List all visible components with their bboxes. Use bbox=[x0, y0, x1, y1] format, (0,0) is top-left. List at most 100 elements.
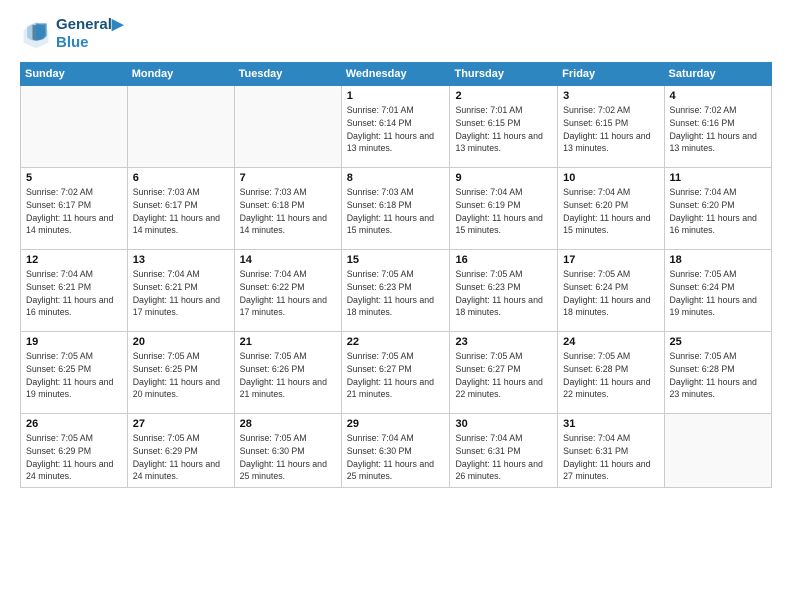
day-number: 31 bbox=[563, 418, 658, 430]
day-info: Sunrise: 7:04 AM Sunset: 6:21 PM Dayligh… bbox=[26, 268, 122, 319]
day-number: 8 bbox=[347, 172, 445, 184]
day-info: Sunrise: 7:05 AM Sunset: 6:28 PM Dayligh… bbox=[563, 350, 658, 401]
calendar-cell: 31 Sunrise: 7:04 AM Sunset: 6:31 PM Dayli… bbox=[558, 414, 664, 488]
logo-text: General▶ Blue bbox=[56, 16, 123, 52]
day-number: 4 bbox=[670, 90, 766, 102]
day-info: Sunrise: 7:05 AM Sunset: 6:27 PM Dayligh… bbox=[455, 350, 552, 401]
week-row-3: 12 Sunrise: 7:04 AM Sunset: 6:21 PM Dayli… bbox=[21, 250, 772, 332]
day-number: 12 bbox=[26, 254, 122, 266]
calendar-cell: 1 Sunrise: 7:01 AM Sunset: 6:14 PM Daylig… bbox=[341, 86, 450, 168]
header: General▶ Blue bbox=[20, 16, 772, 52]
day-info: Sunrise: 7:01 AM Sunset: 6:15 PM Dayligh… bbox=[455, 104, 552, 155]
page: General▶ Blue SundayMondayTuesdayWednesd… bbox=[0, 0, 792, 612]
day-number: 22 bbox=[347, 336, 445, 348]
calendar-cell bbox=[127, 86, 234, 168]
day-info: Sunrise: 7:04 AM Sunset: 6:20 PM Dayligh… bbox=[670, 186, 766, 237]
day-number: 25 bbox=[670, 336, 766, 348]
calendar-cell: 8 Sunrise: 7:03 AM Sunset: 6:18 PM Daylig… bbox=[341, 168, 450, 250]
calendar-cell: 22 Sunrise: 7:05 AM Sunset: 6:27 PM Dayli… bbox=[341, 332, 450, 414]
day-number: 26 bbox=[26, 418, 122, 430]
day-info: Sunrise: 7:05 AM Sunset: 6:23 PM Dayligh… bbox=[347, 268, 445, 319]
day-info: Sunrise: 7:05 AM Sunset: 6:25 PM Dayligh… bbox=[133, 350, 229, 401]
calendar-cell: 25 Sunrise: 7:05 AM Sunset: 6:28 PM Dayli… bbox=[664, 332, 771, 414]
day-info: Sunrise: 7:04 AM Sunset: 6:30 PM Dayligh… bbox=[347, 432, 445, 483]
weekday-header-thursday: Thursday bbox=[450, 63, 558, 86]
day-number: 11 bbox=[670, 172, 766, 184]
day-number: 5 bbox=[26, 172, 122, 184]
calendar-cell: 6Sunrise: 7:03 AM Sunset: 6:17 PM Daylig… bbox=[127, 168, 234, 250]
day-number: 6 bbox=[133, 172, 229, 184]
calendar-cell: 18Sunrise: 7:05 AM Sunset: 6:24 PM Dayli… bbox=[664, 250, 771, 332]
day-number: 24 bbox=[563, 336, 658, 348]
calendar-cell: 24 Sunrise: 7:05 AM Sunset: 6:28 PM Dayli… bbox=[558, 332, 664, 414]
calendar-cell: 30 Sunrise: 7:04 AM Sunset: 6:31 PM Dayli… bbox=[450, 414, 558, 488]
calendar-cell bbox=[234, 86, 341, 168]
day-info: Sunrise: 7:03 AM Sunset: 6:18 PM Dayligh… bbox=[240, 186, 336, 237]
calendar-cell: 20 Sunrise: 7:05 AM Sunset: 6:25 PM Dayli… bbox=[127, 332, 234, 414]
day-number: 14 bbox=[240, 254, 336, 266]
day-number: 18 bbox=[670, 254, 766, 266]
day-number: 1 bbox=[347, 90, 445, 102]
calendar-cell: 19Sunrise: 7:05 AM Sunset: 6:25 PM Dayli… bbox=[21, 332, 128, 414]
week-row-5: 26 Sunrise: 7:05 AM Sunset: 6:29 PM Dayli… bbox=[21, 414, 772, 488]
logo-icon bbox=[20, 18, 52, 50]
day-number: 19 bbox=[26, 336, 122, 348]
calendar-cell bbox=[664, 414, 771, 488]
day-number: 13 bbox=[133, 254, 229, 266]
calendar-cell: 28 Sunrise: 7:05 AM Sunset: 6:30 PM Dayli… bbox=[234, 414, 341, 488]
calendar-cell: 17Sunrise: 7:05 AM Sunset: 6:24 PM Dayli… bbox=[558, 250, 664, 332]
weekday-header-friday: Friday bbox=[558, 63, 664, 86]
calendar-cell: 4Sunrise: 7:02 AM Sunset: 6:16 PM Daylig… bbox=[664, 86, 771, 168]
week-row-4: 19 Sunrise: 7:05 AM Sunset: 6:25 PM Dayli… bbox=[21, 332, 772, 414]
day-info: Sunrise: 7:05 AM Sunset: 6:29 PM Dayligh… bbox=[133, 432, 229, 483]
weekday-header-tuesday: Tuesday bbox=[234, 63, 341, 86]
calendar-cell: 29 Sunrise: 7:04 AM Sunset: 6:30 PM Dayli… bbox=[341, 414, 450, 488]
day-info: Sunrise: 7:05 AM Sunset: 6:29 PM Dayligh… bbox=[26, 432, 122, 483]
day-number: 9 bbox=[455, 172, 552, 184]
day-info: Sunrise: 7:04 AM Sunset: 6:19 PM Dayligh… bbox=[455, 186, 552, 237]
day-number: 28 bbox=[240, 418, 336, 430]
day-number: 16 bbox=[455, 254, 552, 266]
day-info: Sunrise: 7:04 AM Sunset: 6:21 PM Dayligh… bbox=[133, 268, 229, 319]
day-info: Sunrise: 7:05 AM Sunset: 6:23 PM Dayligh… bbox=[455, 268, 552, 319]
week-row-1: 1 Sunrise: 7:01 AM Sunset: 6:14 PM Daylig… bbox=[21, 86, 772, 168]
calendar-cell: 10Sunrise: 7:04 AM Sunset: 6:20 PM Dayli… bbox=[558, 168, 664, 250]
day-number: 2 bbox=[455, 90, 552, 102]
calendar: SundayMondayTuesdayWednesdayThursdayFrid… bbox=[20, 62, 772, 488]
calendar-cell: 23Sunrise: 7:05 AM Sunset: 6:27 PM Dayli… bbox=[450, 332, 558, 414]
calendar-cell: 12 Sunrise: 7:04 AM Sunset: 6:21 PM Dayli… bbox=[21, 250, 128, 332]
day-info: Sunrise: 7:02 AM Sunset: 6:15 PM Dayligh… bbox=[563, 104, 658, 155]
calendar-cell: 21 Sunrise: 7:05 AM Sunset: 6:26 PM Dayli… bbox=[234, 332, 341, 414]
day-info: Sunrise: 7:04 AM Sunset: 6:31 PM Dayligh… bbox=[455, 432, 552, 483]
calendar-cell: 3Sunrise: 7:02 AM Sunset: 6:15 PM Daylig… bbox=[558, 86, 664, 168]
week-row-2: 5Sunrise: 7:02 AM Sunset: 6:17 PM Daylig… bbox=[21, 168, 772, 250]
day-number: 15 bbox=[347, 254, 445, 266]
weekday-header-sunday: Sunday bbox=[21, 63, 128, 86]
calendar-cell: 15 Sunrise: 7:05 AM Sunset: 6:23 PM Dayli… bbox=[341, 250, 450, 332]
calendar-cell: 9 Sunrise: 7:04 AM Sunset: 6:19 PM Daylig… bbox=[450, 168, 558, 250]
day-info: Sunrise: 7:05 AM Sunset: 6:27 PM Dayligh… bbox=[347, 350, 445, 401]
logo: General▶ Blue bbox=[20, 16, 123, 52]
day-info: Sunrise: 7:04 AM Sunset: 6:22 PM Dayligh… bbox=[240, 268, 336, 319]
day-number: 29 bbox=[347, 418, 445, 430]
day-info: Sunrise: 7:04 AM Sunset: 6:31 PM Dayligh… bbox=[563, 432, 658, 483]
day-number: 21 bbox=[240, 336, 336, 348]
weekday-header-monday: Monday bbox=[127, 63, 234, 86]
day-info: Sunrise: 7:05 AM Sunset: 6:30 PM Dayligh… bbox=[240, 432, 336, 483]
calendar-cell: 5Sunrise: 7:02 AM Sunset: 6:17 PM Daylig… bbox=[21, 168, 128, 250]
calendar-cell: 11 Sunrise: 7:04 AM Sunset: 6:20 PM Dayli… bbox=[664, 168, 771, 250]
day-number: 7 bbox=[240, 172, 336, 184]
day-info: Sunrise: 7:03 AM Sunset: 6:18 PM Dayligh… bbox=[347, 186, 445, 237]
day-number: 20 bbox=[133, 336, 229, 348]
weekday-header-row: SundayMondayTuesdayWednesdayThursdayFrid… bbox=[21, 63, 772, 86]
day-number: 17 bbox=[563, 254, 658, 266]
day-number: 27 bbox=[133, 418, 229, 430]
day-info: Sunrise: 7:05 AM Sunset: 6:26 PM Dayligh… bbox=[240, 350, 336, 401]
day-info: Sunrise: 7:01 AM Sunset: 6:14 PM Dayligh… bbox=[347, 104, 445, 155]
day-number: 30 bbox=[455, 418, 552, 430]
calendar-cell: 16 Sunrise: 7:05 AM Sunset: 6:23 PM Dayli… bbox=[450, 250, 558, 332]
day-info: Sunrise: 7:05 AM Sunset: 6:28 PM Dayligh… bbox=[670, 350, 766, 401]
calendar-cell: 2 Sunrise: 7:01 AM Sunset: 6:15 PM Daylig… bbox=[450, 86, 558, 168]
calendar-cell bbox=[21, 86, 128, 168]
calendar-cell: 7 Sunrise: 7:03 AM Sunset: 6:18 PM Daylig… bbox=[234, 168, 341, 250]
